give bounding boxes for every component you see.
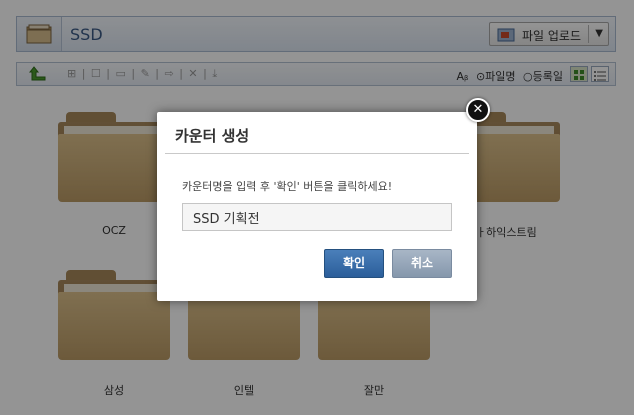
dialog-title: 카운터 생성 [175,127,250,145]
dialog-message: 카운터명을 입력 후 '확인' 버튼을 클릭하세요! [182,180,393,193]
confirm-button[interactable]: 확인 [324,249,384,278]
dialog-divider [165,153,469,154]
close-icon[interactable]: ✕ [466,98,490,122]
cancel-button[interactable]: 취소 [392,249,452,278]
create-counter-dialog: 카운터 생성 카운터명을 입력 후 '확인' 버튼을 클릭하세요! 확인 취소 [157,112,477,301]
counter-name-input[interactable] [182,203,452,231]
